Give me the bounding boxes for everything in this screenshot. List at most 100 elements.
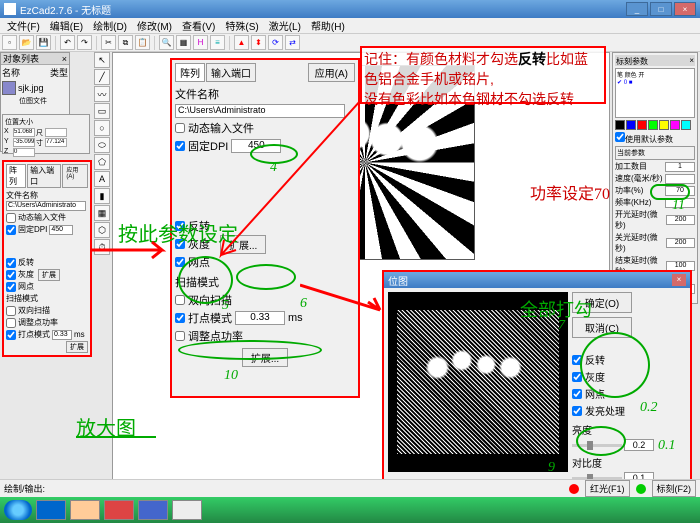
taskbar-folder-icon[interactable] <box>70 500 100 520</box>
params-close-icon[interactable]: × <box>689 56 694 65</box>
dpi-field[interactable]: 450 <box>231 139 281 153</box>
color-palette[interactable] <box>615 120 695 130</box>
invert-check-sm[interactable] <box>6 258 16 268</box>
filepath-sm[interactable]: C:\Users\Administrato <box>6 201 86 211</box>
vtool-bitmap-icon[interactable]: ▦ <box>94 205 110 221</box>
pxpower-check-sm[interactable] <box>6 318 16 328</box>
vtool-rect-icon[interactable]: ▭ <box>94 103 110 119</box>
close-button[interactable]: × <box>674 2 696 16</box>
tool-mirror-icon[interactable]: ⇄ <box>285 35 300 50</box>
pxpower-check[interactable] <box>175 331 185 341</box>
expand2-button-sm[interactable]: 扩展 <box>66 341 88 353</box>
tab-ioport-sm[interactable]: 输入端口 <box>27 164 61 188</box>
menu-help[interactable]: 帮助(H) <box>306 18 350 33</box>
tool-save-icon[interactable]: 💾 <box>36 35 51 50</box>
vtool-curve-icon[interactable]: 〰 <box>94 86 110 102</box>
apply-button-sm[interactable]: 应用(A) <box>62 164 88 188</box>
bmp-dot-check[interactable] <box>572 389 582 399</box>
cancel-button[interactable]: 取消(C) <box>572 317 632 338</box>
tool-undo-icon[interactable]: ↶ <box>60 35 75 50</box>
gray-check[interactable] <box>175 239 185 249</box>
bright-field[interactable]: 0.2 <box>624 439 654 451</box>
dotmode-check-sm[interactable] <box>6 330 16 340</box>
menu-file[interactable]: 文件(F) <box>2 18 45 33</box>
close-field[interactable]: 200 <box>666 238 695 248</box>
vtool-circle-icon[interactable]: ○ <box>94 120 110 136</box>
expand2-button[interactable]: 扩展... <box>242 348 288 367</box>
dpi-field-sm[interactable]: 450 <box>49 225 73 235</box>
usedef-check[interactable] <box>615 132 625 142</box>
tool-grid-icon[interactable]: ▦ <box>176 35 191 50</box>
vtool-select-icon[interactable]: ↖ <box>94 52 110 68</box>
dotval-field[interactable]: 0.33 <box>235 311 285 325</box>
vtool-polygon-icon[interactable]: ⬠ <box>94 154 110 170</box>
tool-paste-icon[interactable]: 📋 <box>135 35 150 50</box>
bidir-check[interactable] <box>175 295 185 305</box>
invert-check[interactable] <box>175 221 185 231</box>
fixdpi-check[interactable] <box>175 141 185 151</box>
loop-field[interactable]: 1 <box>665 162 695 172</box>
open-field[interactable]: 200 <box>666 215 695 225</box>
tool-redo-icon[interactable]: ↷ <box>77 35 92 50</box>
taskbar-app-icon[interactable] <box>172 500 202 520</box>
bmp-invert-check[interactable] <box>572 355 582 365</box>
mark-button[interactable]: 标刻(F2) <box>652 480 697 497</box>
dot-check-sm[interactable] <box>6 282 16 292</box>
dot-check[interactable] <box>175 257 185 267</box>
tool-flip-icon[interactable]: ⬍ <box>251 35 266 50</box>
redlight-button[interactable]: 红光(F1) <box>585 480 630 497</box>
apply-button[interactable]: 应用(A) <box>308 63 355 82</box>
bright-slider[interactable] <box>572 444 622 447</box>
bidir-check-sm[interactable] <box>6 306 16 316</box>
menu-edit[interactable]: 编辑(E) <box>45 18 88 33</box>
menu-draw[interactable]: 绘制(D) <box>88 18 132 33</box>
vtool-vector-icon[interactable]: ⬡ <box>94 222 110 238</box>
tool-align-icon[interactable]: ▲ <box>234 35 249 50</box>
tab-array[interactable]: 阵列 <box>175 63 205 82</box>
start-button-icon[interactable] <box>4 500 32 520</box>
tab-array-sm[interactable]: 阵列 <box>6 164 26 188</box>
dotval-sm[interactable]: 0.33 <box>52 330 72 340</box>
vtool-ellipse-icon[interactable]: ⬭ <box>94 137 110 153</box>
size-y[interactable]: 77.124 <box>45 138 67 147</box>
menu-view[interactable]: 查看(V) <box>177 18 220 33</box>
dynfile-check-sm[interactable] <box>6 213 16 223</box>
bmp-whiten-check[interactable] <box>572 406 582 416</box>
coord-x[interactable]: 51.068 <box>13 128 35 137</box>
taskbar-ppt-icon[interactable] <box>104 500 134 520</box>
maximize-button[interactable]: □ <box>650 2 672 16</box>
panel-close-icon[interactable]: × <box>62 54 67 64</box>
tool-new-icon[interactable]: ▫ <box>2 35 17 50</box>
tool-copy-icon[interactable]: ⧉ <box>118 35 133 50</box>
menu-special[interactable]: 特殊(S) <box>220 18 263 33</box>
speed-field[interactable] <box>665 174 695 184</box>
list-item[interactable]: sjk.jpg <box>1 80 69 96</box>
dynfile-check[interactable] <box>175 123 185 133</box>
vtool-line-icon[interactable]: ╱ <box>94 69 110 85</box>
tool-cut-icon[interactable]: ✂ <box>101 35 116 50</box>
ok-button[interactable]: 确定(O) <box>572 292 632 313</box>
tool-text-icon[interactable]: ≡ <box>210 35 225 50</box>
menu-modify[interactable]: 修改(M) <box>132 18 177 33</box>
bmp-gray-check[interactable] <box>572 372 582 382</box>
expand1-button[interactable]: 扩展... <box>220 235 266 254</box>
power-field[interactable]: 70 <box>665 186 695 196</box>
coord-y[interactable]: -35.099 <box>13 138 35 147</box>
filepath-field[interactable]: C:\Users\Administrato <box>175 104 345 118</box>
menu-laser[interactable]: 激光(L) <box>264 18 306 33</box>
tab-ioport[interactable]: 输入端口 <box>206 63 256 82</box>
vtool-text-icon[interactable]: A <box>94 171 110 187</box>
tool-rotate-icon[interactable]: ⟳ <box>268 35 283 50</box>
taskbar-ie-icon[interactable] <box>36 500 66 520</box>
fixdpi-check-sm[interactable] <box>6 225 16 235</box>
vtool-time-icon[interactable]: ⏱ <box>94 239 110 255</box>
expand-button-sm[interactable]: 扩展 <box>38 269 60 281</box>
tool-zoom-icon[interactable]: 🔍 <box>159 35 174 50</box>
freq-field[interactable] <box>665 198 695 208</box>
vtool-barcode-icon[interactable]: ▮ <box>94 188 110 204</box>
gray-check-sm[interactable] <box>6 270 16 280</box>
tool-hatch-icon[interactable]: H <box>193 35 208 50</box>
minimize-button[interactable]: _ <box>626 2 648 16</box>
tool-open-icon[interactable]: 📂 <box>19 35 34 50</box>
taskbar-word-icon[interactable] <box>138 500 168 520</box>
